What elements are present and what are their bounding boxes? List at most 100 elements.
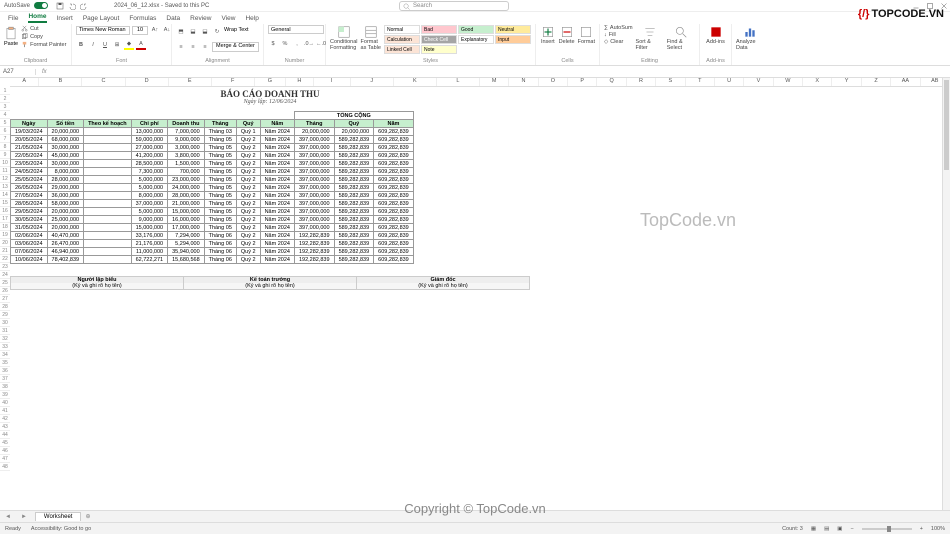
row-header[interactable]: 47 (0, 455, 10, 463)
addins-button[interactable]: Add-ins (704, 25, 727, 45)
cell-style-bad[interactable]: Bad (421, 25, 457, 34)
table-row[interactable]: 19/03/202420,000,00013,000,0007,000,000T… (11, 128, 414, 136)
table-cell[interactable]: Tháng 05 (204, 144, 236, 152)
table-cell[interactable]: Quý 2 (236, 224, 260, 232)
view-break-icon[interactable]: ▣ (837, 526, 842, 532)
cell-style-input[interactable]: Input (495, 35, 531, 44)
col-header[interactable]: K (394, 78, 437, 86)
table-cell[interactable]: 609,282,839 (374, 152, 414, 160)
tab-data[interactable]: Data (166, 15, 180, 22)
table-cell[interactable]: 28/05/2024 (11, 200, 48, 208)
table-cell[interactable]: 9,000,000 (168, 136, 205, 144)
row-header[interactable]: 35 (0, 359, 10, 367)
table-row[interactable]: 26/05/202429,000,0005,000,00024,000,000T… (11, 184, 414, 192)
table-cell[interactable]: 23/05/2024 (11, 160, 48, 168)
table-cell[interactable]: Năm 2024 (260, 208, 294, 216)
tab-page-layout[interactable]: Page Layout (83, 15, 120, 22)
table-cell[interactable] (84, 192, 132, 200)
tab-view[interactable]: View (221, 15, 235, 22)
table-cell[interactable]: 609,282,839 (374, 160, 414, 168)
col-header[interactable]: I (314, 78, 351, 86)
table-cell[interactable]: 609,282,839 (374, 144, 414, 152)
col-header[interactable]: E (169, 78, 212, 86)
underline-button[interactable]: U (100, 40, 110, 50)
fill-button[interactable]: ↓ Fill (604, 32, 633, 38)
table-cell[interactable]: Năm 2024 (260, 176, 294, 184)
table-cell[interactable]: Tháng 05 (204, 208, 236, 216)
font-color-button[interactable]: A (136, 40, 146, 50)
cell-style-neutral[interactable]: Neutral (495, 25, 531, 34)
row-header[interactable]: 42 (0, 415, 10, 423)
table-row[interactable]: 02/06/202440,470,00033,176,0007,294,000T… (11, 232, 414, 240)
cell-styles-gallery[interactable]: NormalBadGoodNeutralCalculationCheck Cel… (384, 25, 531, 54)
table-cell[interactable]: 21,176,000 (131, 240, 168, 248)
row-header[interactable]: 20 (0, 239, 10, 247)
insert-cells-button[interactable]: Insert (540, 25, 556, 45)
row-header[interactable]: 34 (0, 351, 10, 359)
table-cell[interactable]: 20,000,000 (47, 224, 84, 232)
tab-review[interactable]: Review (190, 15, 211, 22)
table-cell[interactable]: 589,282,839 (334, 224, 374, 232)
table-row[interactable]: 29/05/202420,000,0005,000,00015,000,000T… (11, 208, 414, 216)
table-cell[interactable]: 397,000,000 (294, 176, 334, 184)
col-header[interactable]: R (627, 78, 656, 86)
table-cell[interactable]: 589,282,839 (334, 208, 374, 216)
table-cell[interactable]: 8,000,000 (131, 192, 168, 200)
table-cell[interactable]: Tháng 05 (204, 136, 236, 144)
row-header[interactable]: 36 (0, 367, 10, 375)
table-cell[interactable]: Tháng 05 (204, 224, 236, 232)
table-cell[interactable]: Tháng 06 (204, 232, 236, 240)
table-cell[interactable]: 397,000,000 (294, 216, 334, 224)
table-row[interactable]: 22/05/202445,000,00041,200,0003,800,000T… (11, 152, 414, 160)
table-cell[interactable]: Quý 2 (236, 248, 260, 256)
table-cell[interactable]: Năm 2024 (260, 136, 294, 144)
sort-filter-button[interactable]: Sort & Filter (636, 25, 664, 51)
fx-icon[interactable]: fx (36, 69, 53, 75)
table-cell[interactable] (84, 208, 132, 216)
table-cell[interactable] (84, 168, 132, 176)
table-cell[interactable]: 589,282,839 (334, 160, 374, 168)
table-cell[interactable]: 59,000,000 (131, 136, 168, 144)
col-header[interactable]: H (286, 78, 313, 86)
col-header[interactable]: V (744, 78, 773, 86)
table-cell[interactable]: Năm 2024 (260, 144, 294, 152)
col-header[interactable]: N (509, 78, 538, 86)
table-cell[interactable]: 397,000,000 (294, 200, 334, 208)
table-row[interactable]: 07/06/202446,940,00011,000,00035,940,000… (11, 248, 414, 256)
search-box[interactable]: Search (399, 1, 509, 11)
table-cell[interactable]: Năm 2024 (260, 168, 294, 176)
table-row[interactable]: 23/05/202430,000,00028,500,0001,500,000T… (11, 160, 414, 168)
align-middle-icon[interactable]: ⬓ (188, 27, 198, 37)
table-cell[interactable]: 609,282,839 (374, 232, 414, 240)
row-header[interactable]: 15 (0, 199, 10, 207)
table-cell[interactable]: 22/05/2024 (11, 152, 48, 160)
number-format-dropdown[interactable]: General (268, 25, 324, 34)
table-cell[interactable]: Quý 2 (236, 240, 260, 248)
row-header[interactable]: 12 (0, 175, 10, 183)
row-header[interactable]: 30 (0, 319, 10, 327)
table-cell[interactable]: 609,282,839 (374, 224, 414, 232)
row-header[interactable]: 7 (0, 135, 10, 143)
col-header[interactable]: Q (597, 78, 626, 86)
row-headers[interactable]: 1234567891011121314151617181920212223242… (0, 87, 10, 471)
tab-file[interactable]: File (8, 15, 18, 22)
table-cell[interactable]: Quý 2 (236, 256, 260, 264)
table-cell[interactable]: 27/05/2024 (11, 192, 48, 200)
column-headers[interactable]: ABCDEFGHIJKLMNOPQRSTUVWXYZAAAB (10, 78, 950, 87)
cell-style-linked-cell[interactable]: Linked Cell (384, 45, 420, 54)
table-cell[interactable]: Tháng 03 (204, 128, 236, 136)
table-row[interactable]: 28/05/202458,000,00037,000,00021,000,000… (11, 200, 414, 208)
table-cell[interactable]: 5,000,000 (131, 184, 168, 192)
row-header[interactable]: 19 (0, 231, 10, 239)
table-cell[interactable]: 589,282,839 (334, 248, 374, 256)
table-cell[interactable] (84, 160, 132, 168)
row-header[interactable]: 8 (0, 143, 10, 151)
table-cell[interactable]: 24/05/2024 (11, 168, 48, 176)
table-cell[interactable]: Năm 2024 (260, 192, 294, 200)
table-cell[interactable]: 609,282,839 (374, 136, 414, 144)
table-cell[interactable]: 8,000,000 (47, 168, 84, 176)
zoom-in-icon[interactable]: + (920, 526, 923, 532)
table-cell[interactable]: Năm 2024 (260, 240, 294, 248)
percent-icon[interactable]: % (280, 39, 290, 49)
col-header[interactable]: B (39, 78, 82, 86)
